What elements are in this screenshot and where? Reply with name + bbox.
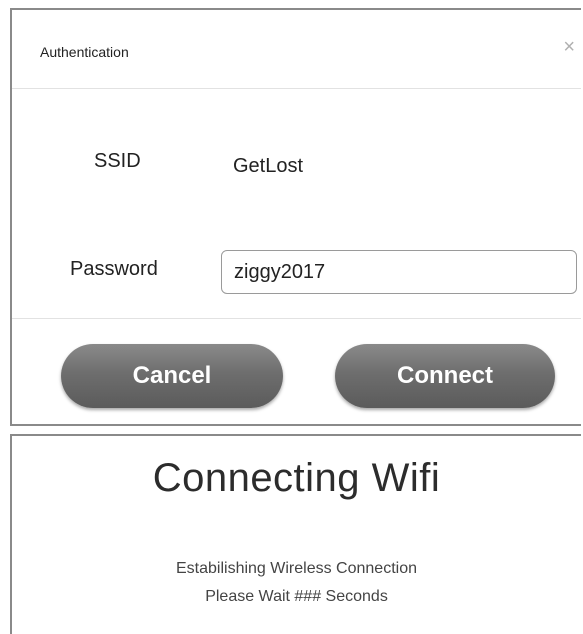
ssid-label: SSID <box>94 150 141 172</box>
password-label: Password <box>70 258 158 280</box>
wait-message: Please Wait ### Seconds <box>205 588 388 605</box>
dialog-header: Authentication × <box>12 10 581 89</box>
cancel-button[interactable]: Cancel <box>61 344 283 408</box>
dialog-title: Authentication <box>40 44 129 60</box>
password-field[interactable] <box>221 250 577 294</box>
status-message: Estabilishing Wireless Connection <box>176 560 417 577</box>
connect-button[interactable]: Connect <box>335 344 555 408</box>
authentication-dialog: Authentication × SSID GetLost Password C… <box>10 8 581 426</box>
close-icon[interactable]: × <box>563 36 575 59</box>
divider <box>12 318 581 319</box>
connecting-title: Connecting Wifi <box>152 456 441 500</box>
ssid-value: GetLost <box>233 155 304 177</box>
connecting-panel: Connecting Wifi Estabilishing Wireless C… <box>10 434 581 634</box>
